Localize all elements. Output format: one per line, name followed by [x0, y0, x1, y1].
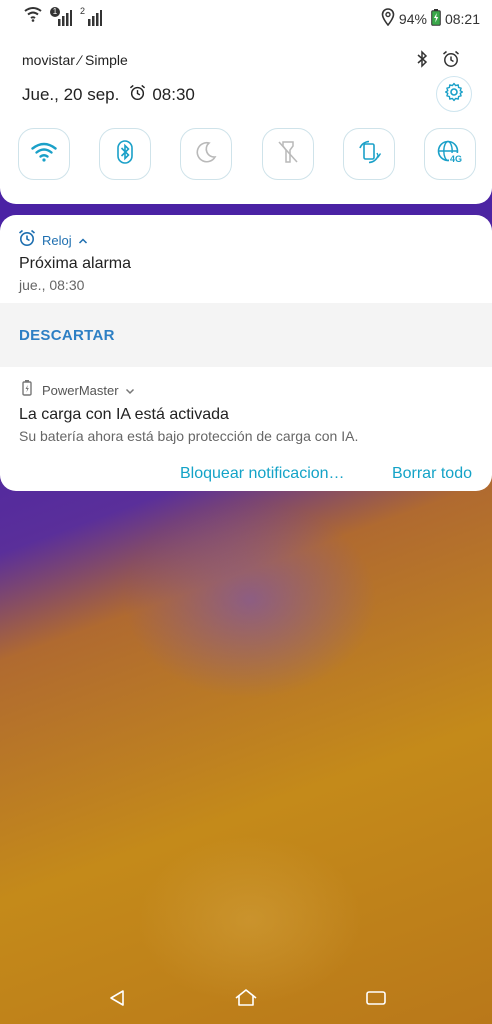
clock-actions-bar: DESCARTAR	[0, 303, 492, 367]
mobile-data-4g-icon: 4G	[436, 139, 464, 170]
clock-notification-header[interactable]: Reloj	[18, 229, 88, 252]
next-alarm-time: 08:30	[152, 85, 195, 104]
wifi-icon	[31, 142, 57, 167]
sim1-signal-icon: 1	[50, 7, 72, 27]
alarm-status-icon	[442, 50, 460, 73]
bluetooth-tile[interactable]	[99, 128, 152, 180]
powermaster-app-name: PowerMaster	[42, 383, 119, 398]
navigation-bar	[0, 980, 492, 1020]
settings-button[interactable]	[436, 76, 472, 112]
battery-charging-icon	[431, 8, 441, 29]
flashlight-tile[interactable]	[261, 128, 314, 180]
quick-settings-status-icons	[416, 50, 460, 73]
clock-notification-title: Próxima alarma	[19, 255, 132, 272]
sim2-signal-icon: 2	[80, 6, 102, 27]
quick-settings-panel: movistar ∕ Simple Jue., 20 sep. 08:30 4G	[0, 32, 492, 204]
home-icon	[234, 988, 258, 1013]
powermaster-notification-text: Su batería ahora está bajo protección de…	[19, 428, 359, 444]
do-not-disturb-tile[interactable]	[180, 128, 233, 180]
alarm-clock-icon	[129, 84, 146, 106]
carrier-label: movistar ∕ Simple	[22, 52, 128, 68]
date-label: Jue., 20 sep.	[22, 85, 120, 104]
battery-percent: 94%	[398, 10, 427, 27]
gear-icon	[444, 82, 464, 107]
powermaster-notification-title: La carga con IA está activada	[19, 406, 229, 423]
dismiss-alarm-button[interactable]: DESCARTAR	[19, 327, 115, 344]
clock-notification-text: jue., 08:30	[19, 277, 85, 293]
back-button[interactable]	[103, 986, 131, 1014]
clear-all-button[interactable]: Borrar todo	[392, 465, 472, 483]
status-left-icons: 1 2	[24, 6, 102, 27]
status-right-icons: 94% 08:21	[381, 8, 480, 29]
status-bar: 1 2 94% 08:21	[0, 0, 492, 32]
flashlight-off-icon	[276, 139, 300, 170]
location-icon	[381, 8, 395, 29]
chevron-down-icon[interactable]	[125, 382, 135, 400]
date-alarm-row[interactable]: Jue., 20 sep. 08:30	[22, 84, 195, 106]
svg-text:4G: 4G	[450, 154, 462, 164]
quick-tiles-row: 4G	[18, 128, 476, 180]
back-triangle-icon	[107, 988, 127, 1013]
bluetooth-icon	[115, 139, 135, 169]
wifi-status-icon	[24, 6, 42, 27]
home-button[interactable]	[232, 986, 260, 1014]
recents-icon	[365, 989, 387, 1012]
clock-app-name: Reloj	[42, 233, 72, 248]
bluetooth-status-icon	[416, 50, 428, 73]
block-notifications-button[interactable]: Bloquear notificacion…	[180, 465, 345, 483]
moon-icon	[194, 140, 218, 169]
auto-rotate-tile[interactable]	[342, 128, 395, 180]
auto-rotate-icon	[356, 139, 382, 170]
clock-time: 08:21	[444, 10, 480, 27]
notification-card: Reloj Próxima alarma jue., 08:30 DESCART…	[0, 215, 492, 491]
recents-button[interactable]	[362, 986, 390, 1014]
alarm-clock-app-icon	[18, 229, 36, 252]
mobile-data-tile[interactable]: 4G	[423, 128, 476, 180]
battery-charging-app-icon	[18, 379, 36, 402]
wifi-tile[interactable]	[18, 128, 70, 180]
chevron-up-icon[interactable]	[78, 232, 88, 250]
powermaster-notification-header[interactable]: PowerMaster	[18, 379, 135, 402]
